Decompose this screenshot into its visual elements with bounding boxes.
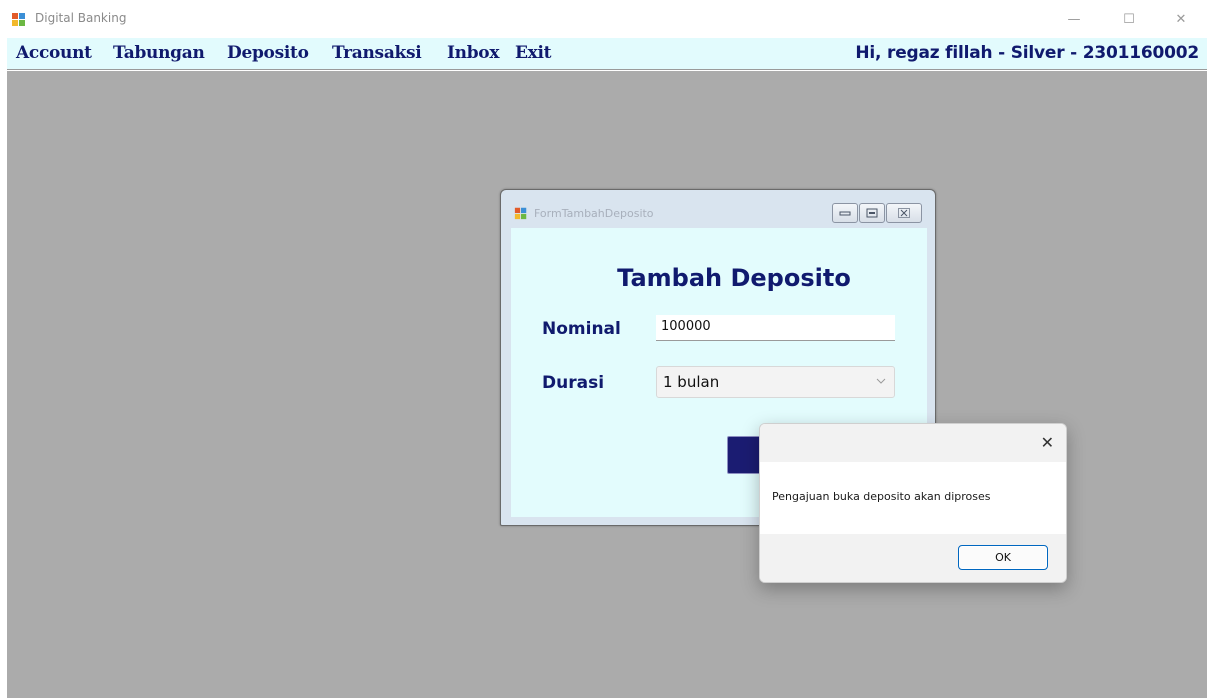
- durasi-label: Durasi: [542, 373, 605, 393]
- message-box-footer: OK: [760, 534, 1066, 582]
- child-title-bar[interactable]: FormTambahDeposito: [501, 190, 935, 228]
- nominal-input[interactable]: 100000: [656, 315, 895, 341]
- menu-bar: Account Tabungan Deposito Transaksi Inbo…: [7, 38, 1207, 70]
- close-button[interactable]: ✕: [1161, 6, 1201, 32]
- restore-icon: [866, 208, 878, 218]
- maximize-button[interactable]: ☐: [1109, 6, 1149, 32]
- form-icon: [514, 207, 527, 220]
- child-close-button[interactable]: [886, 203, 922, 223]
- child-minimize-button[interactable]: [832, 203, 858, 223]
- durasi-selected-value: 1 bulan: [663, 373, 720, 391]
- menu-account[interactable]: Account: [16, 43, 92, 63]
- chevron-down-icon: [876, 378, 886, 384]
- ok-button[interactable]: OK: [958, 545, 1048, 570]
- menu-exit[interactable]: Exit: [515, 43, 552, 63]
- minimize-icon: —: [1067, 11, 1081, 27]
- app-window: Digital Banking — ☐ ✕ Account Tabungan D…: [0, 0, 1207, 698]
- menu-transaksi[interactable]: Transaksi: [332, 43, 422, 63]
- durasi-select[interactable]: 1 bulan: [656, 366, 895, 398]
- app-window-icon: [12, 13, 25, 26]
- child-form-title: FormTambahDeposito: [534, 207, 654, 220]
- minimize-button[interactable]: —: [1054, 6, 1094, 32]
- menu-tabungan[interactable]: Tabungan: [113, 43, 205, 63]
- close-icon: ✕: [1175, 11, 1187, 27]
- close-icon: [898, 208, 910, 218]
- message-box: ✕ Pengajuan buka deposito akan diproses …: [759, 423, 1067, 583]
- minimize-icon: [839, 211, 851, 216]
- menu-deposito[interactable]: Deposito: [227, 43, 309, 63]
- close-icon[interactable]: ✕: [1041, 433, 1054, 452]
- menu-inbox[interactable]: Inbox: [447, 43, 499, 63]
- message-box-body: Pengajuan buka deposito akan diproses: [760, 462, 1066, 534]
- message-text: Pengajuan buka deposito akan diproses: [772, 490, 991, 503]
- form-heading: Tambah Deposito: [617, 264, 851, 292]
- message-box-title-bar: ✕: [760, 424, 1066, 462]
- maximize-icon: ☐: [1123, 11, 1135, 27]
- nominal-label: Nominal: [542, 319, 621, 339]
- title-bar: Digital Banking — ☐ ✕: [0, 0, 1207, 38]
- child-restore-button[interactable]: [859, 203, 885, 223]
- window-title: Digital Banking: [35, 11, 127, 25]
- user-greeting: Hi, regaz fillah - Silver - 2301160002: [855, 43, 1199, 63]
